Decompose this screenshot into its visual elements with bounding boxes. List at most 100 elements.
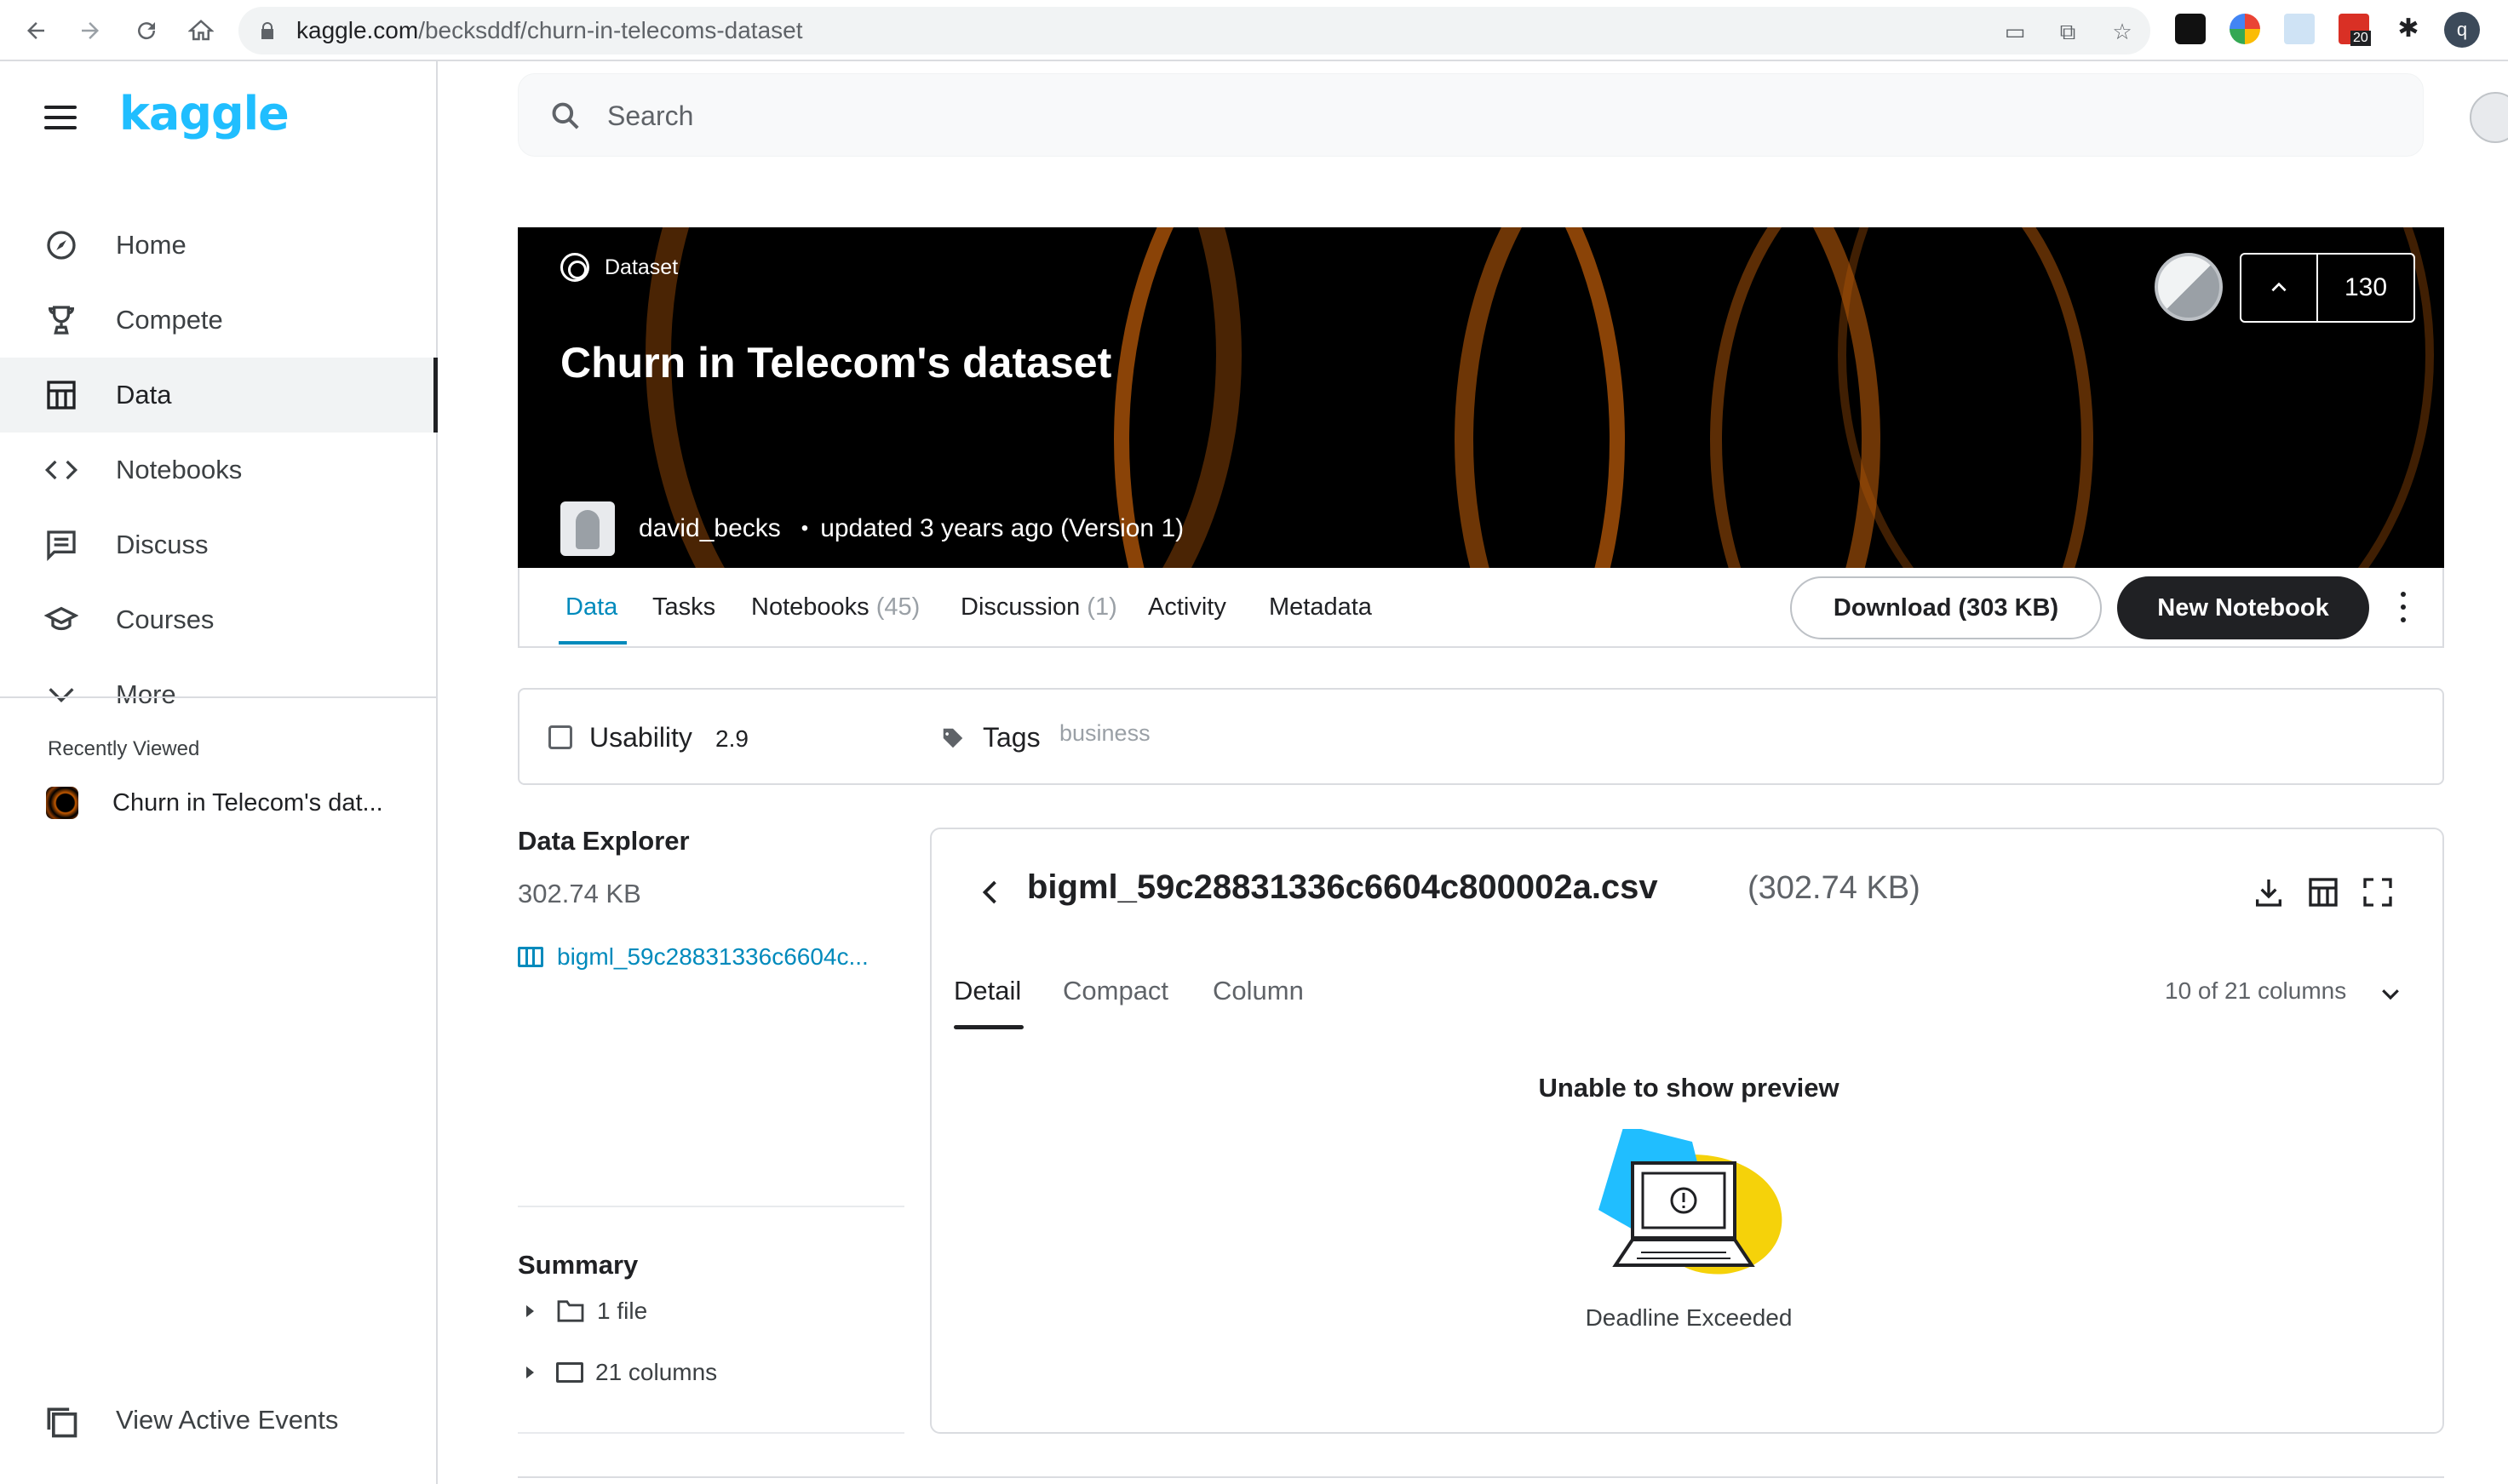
file-link[interactable]: bigml_59c28831336c6604c... (518, 943, 869, 971)
translate-icon[interactable]: ⧉ (2054, 19, 2081, 44)
site-search[interactable] (518, 73, 2424, 157)
profile-avatar[interactable]: q (2444, 12, 2480, 48)
compass-icon (43, 226, 80, 264)
tab-detail[interactable]: Detail (954, 976, 1021, 1006)
hamburger-menu-icon[interactable] (44, 106, 77, 129)
usability-score[interactable]: 2.9 (715, 725, 749, 753)
tag-business[interactable]: business (1059, 720, 1151, 747)
updated-text: updated 3 years ago (Version 1) (820, 514, 1185, 542)
dataset-icon (560, 253, 589, 282)
sidebar-item-label: Discuss (116, 530, 209, 559)
sidebar-item-label: More (116, 679, 176, 709)
notion-extension-icon[interactable] (2175, 14, 2206, 44)
expand-caret-icon[interactable] (526, 1305, 534, 1317)
table-icon (43, 376, 80, 414)
separator-dot: • (801, 517, 809, 540)
fullscreen-icon[interactable] (2361, 875, 2395, 909)
folder-icon (557, 1300, 584, 1322)
reload-icon[interactable] (126, 10, 167, 51)
sidebar-item-label: Home (116, 230, 187, 260)
new-notebook-button[interactable]: New Notebook (2117, 576, 2369, 639)
preview-error-title: Unable to show preview (1538, 1073, 1839, 1103)
sidebar-divider (0, 696, 438, 698)
dataset-header-banner: Dataset Churn in Telecom's dataset david… (518, 227, 2444, 568)
trophy-icon (43, 301, 80, 339)
expand-caret-icon[interactable] (526, 1367, 534, 1378)
sidebar-item-label: Compete (116, 305, 223, 335)
address-bar[interactable]: kaggle.com/becksddf/churn-in-telecoms-da… (238, 7, 2150, 54)
upvote-widget[interactable]: 130 (2240, 253, 2415, 323)
search-icon (552, 102, 579, 129)
more-options-icon[interactable] (2396, 592, 2410, 622)
tab-compact[interactable]: Compact (1063, 976, 1168, 1006)
summary-title: Summary (518, 1250, 639, 1280)
tab-tasks[interactable]: Tasks (652, 593, 715, 622)
download-button[interactable]: Download (303 KB) (1790, 576, 2102, 639)
comment-icon (43, 526, 80, 564)
recent-item[interactable]: Churn in Telecom's dat... (46, 782, 383, 824)
chrome-extension-icon[interactable] (2230, 14, 2260, 44)
author-avatar[interactable] (560, 501, 615, 556)
chevron-down-icon[interactable] (2378, 981, 2403, 1006)
lock-icon (261, 22, 273, 39)
bookmark-star-icon[interactable]: ☆ (2109, 19, 2136, 44)
explorer-divider (518, 1206, 904, 1207)
columns-icon (556, 1362, 583, 1383)
tab-activity[interactable]: Activity (1148, 593, 1226, 622)
summary-files-row[interactable]: 1 file (526, 1298, 647, 1325)
table-view-icon[interactable] (2306, 875, 2340, 909)
back-arrow-icon[interactable] (15, 10, 56, 51)
file-link-label: bigml_59c28831336c6604c... (557, 943, 869, 970)
tab-discussion[interactable]: Discussion (1) (961, 593, 1117, 622)
summary-columns-row[interactable]: 21 columns (526, 1359, 717, 1386)
extension-badge: 20 (2350, 31, 2371, 46)
dataset-thumbnail (46, 787, 78, 819)
recently-viewed-heading: Recently Viewed (48, 737, 200, 760)
section-divider (518, 1476, 2444, 1478)
sidebar-item-more[interactable]: More (0, 657, 438, 732)
download-icon[interactable] (2252, 875, 2286, 909)
browser-toolbar: kaggle.com/becksddf/churn-in-telecoms-da… (0, 0, 2508, 61)
sidebar-item-discuss[interactable]: Discuss (0, 507, 438, 582)
reader-extension-icon[interactable] (2284, 14, 2315, 44)
tab-column[interactable]: Column (1213, 976, 1304, 1006)
forward-arrow-icon[interactable] (70, 10, 111, 51)
laptop-error-illustration (1598, 1129, 1782, 1275)
sidebar: kaggle Home Compete Data Notebooks Discu… (0, 61, 438, 1484)
chevron-up-icon[interactable] (2241, 255, 2318, 321)
dataset-byline: david_becks • updated 3 years ago (Versi… (560, 501, 1184, 556)
preview-error-detail: Deadline Exceeded (1585, 1304, 1793, 1331)
dataset-tabs: Data Tasks Notebooks (45) Discussion (1)… (518, 568, 2444, 648)
sidebar-item-label: Notebooks (116, 455, 243, 484)
sidebar-item-courses[interactable]: Courses (0, 582, 438, 657)
file-preview-card: bigml_59c28831336c6604c800002a.csv (302.… (930, 828, 2444, 1434)
puzzle-extension-icon[interactable]: ✱ (2393, 14, 2424, 44)
csv-file-icon (518, 947, 543, 967)
recent-item-label: Churn in Telecom's dat... (112, 788, 383, 816)
code-icon (43, 451, 80, 489)
search-input[interactable] (607, 95, 2140, 137)
home-icon[interactable] (181, 10, 221, 51)
tab-data[interactable]: Data (565, 593, 617, 622)
sidebar-item-data[interactable]: Data (0, 358, 438, 433)
author-name[interactable]: david_becks (639, 514, 781, 543)
dataset-type-label: Dataset (560, 253, 678, 282)
sidebar-item-compete[interactable]: Compete (0, 283, 438, 358)
calendar-extension-icon[interactable]: 20 (2339, 14, 2371, 46)
columns-selector[interactable]: 10 of 21 columns (2165, 977, 2346, 1005)
sidebar-item-label: Courses (116, 604, 215, 634)
kaggle-logo[interactable]: kaggle (119, 87, 290, 140)
sidebar-item-home[interactable]: Home (0, 208, 438, 283)
events-label: View Active Events (116, 1405, 339, 1435)
sidebar-item-label: Data (116, 380, 172, 410)
file-size: (302.74 KB) (1748, 870, 1920, 906)
file-name: bigml_59c28831336c6604c800002a.csv (1027, 868, 1658, 906)
user-avatar[interactable] (2470, 92, 2508, 143)
cast-icon[interactable]: ▭ (2001, 19, 2029, 44)
dataset-title: Churn in Telecom's dataset (560, 339, 1112, 387)
sidebar-item-notebooks[interactable]: Notebooks (0, 433, 438, 507)
back-chevron-icon[interactable] (976, 877, 1007, 908)
tab-metadata[interactable]: Metadata (1269, 593, 1372, 622)
tab-notebooks[interactable]: Notebooks (45) (751, 593, 920, 622)
events-icon (43, 1403, 80, 1445)
